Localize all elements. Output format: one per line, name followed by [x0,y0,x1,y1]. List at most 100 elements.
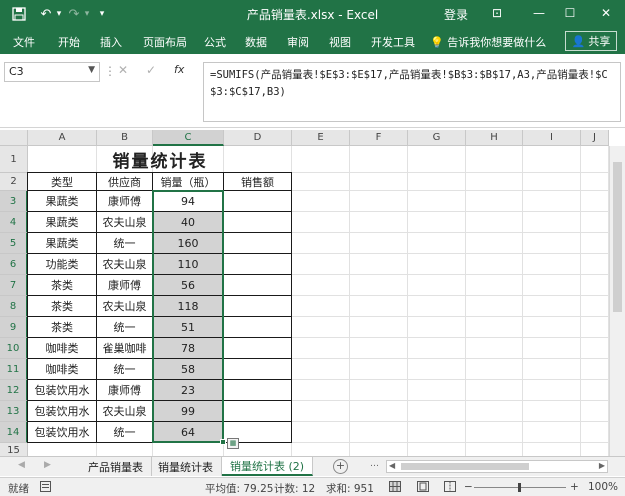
header-cell-d[interactable]: 销售额 [224,173,292,191]
cell-d12[interactable] [224,380,292,401]
cell-d9[interactable] [224,317,292,338]
column-header-f[interactable]: F [350,130,408,146]
header-cell-b[interactable]: 供应商 [97,173,153,191]
minimize-button[interactable]: — [525,3,553,23]
name-box[interactable]: C3 ▼ [4,62,100,82]
tab-split-handle[interactable]: … [370,459,379,469]
cell-c5[interactable]: 160 [153,233,224,254]
scroll-left-icon[interactable]: ◀ [389,461,395,470]
zoom-in-button[interactable]: + [570,481,579,493]
tab-insert[interactable]: 插入 [100,34,122,50]
column-header-h[interactable]: H [466,130,523,146]
login-link[interactable]: 登录 [444,6,468,23]
sheet-title-cell[interactable]: 销量统计表 [28,146,292,173]
cell-d4[interactable] [224,212,292,233]
cell-c8[interactable]: 118 [153,296,224,317]
cell-d3[interactable] [224,191,292,212]
cell-b7[interactable]: 康师傅 [97,275,153,296]
cell-b13[interactable]: 农夫山泉 [97,401,153,422]
cell-c10[interactable]: 78 [153,338,224,359]
row-header-5[interactable]: 5 [0,233,28,254]
tab-view[interactable]: 视图 [329,34,351,50]
normal-view-icon[interactable] [389,481,401,495]
column-header-g[interactable]: G [408,130,466,146]
chevron-down-icon[interactable]: ▼ [88,65,95,75]
tab-file[interactable]: 文件 [13,34,35,50]
maximize-button[interactable]: ☐ [556,3,584,23]
page-break-view-icon[interactable] [444,481,456,495]
share-button[interactable]: 👤 共享 [565,31,617,51]
cell-c14[interactable]: 64 [153,422,224,443]
cell-a7[interactable]: 茶类 [28,275,97,296]
cell-a11[interactable]: 咖啡类 [28,359,97,380]
cell-c13[interactable]: 99 [153,401,224,422]
header-cell-a[interactable]: 类型 [28,173,97,191]
cell-d7[interactable] [224,275,292,296]
formula-bar-grip[interactable]: ⋮ [104,64,116,78]
row-header-2[interactable]: 2 [0,173,28,191]
header-cell-c[interactable]: 销量（瓶） [153,173,224,191]
cancel-icon[interactable]: ✕ [118,63,128,77]
cell-c6[interactable]: 110 [153,254,224,275]
cell-b8[interactable]: 农夫山泉 [97,296,153,317]
cell-d11[interactable] [224,359,292,380]
horizontal-scroll-thumb[interactable] [401,463,529,470]
row-header-4[interactable]: 4 [0,212,28,233]
column-header-i[interactable]: I [523,130,581,146]
row-header-14[interactable]: 14 [0,422,28,443]
cell-a13[interactable]: 包装饮用水 [28,401,97,422]
sheet-nav-next-icon[interactable]: ▶ [44,460,51,470]
cell-c4[interactable]: 40 [153,212,224,233]
cell-a9[interactable]: 茶类 [28,317,97,338]
column-header-d[interactable]: D [224,130,292,146]
cell-d6[interactable] [224,254,292,275]
vertical-scrollbar[interactable] [609,146,625,456]
zoom-out-button[interactable]: − [464,481,473,493]
column-header-j[interactable]: J [581,130,609,146]
horizontal-scrollbar[interactable]: ◀ ▶ [386,460,608,473]
cell-b12[interactable]: 康师傅 [97,380,153,401]
cell-a14[interactable]: 包装饮用水 [28,422,97,443]
cell-a4[interactable]: 果蔬类 [28,212,97,233]
enter-icon[interactable]: ✓ [146,63,156,77]
cell-b11[interactable]: 统一 [97,359,153,380]
cell-a6[interactable]: 功能类 [28,254,97,275]
cell-b14[interactable]: 统一 [97,422,153,443]
sheet-tab-sales-stats[interactable]: 销量统计表 [150,457,222,476]
cell-a5[interactable]: 果蔬类 [28,233,97,254]
cell-c7[interactable]: 56 [153,275,224,296]
row-header-10[interactable]: 10 [0,338,28,359]
cell-c11[interactable]: 58 [153,359,224,380]
tab-developer[interactable]: 开发工具 [371,34,415,50]
select-all-corner[interactable] [0,130,28,146]
scroll-right-icon[interactable]: ▶ [599,461,605,470]
cell-c12[interactable]: 23 [153,380,224,401]
quick-analysis-icon[interactable]: ▦ [227,438,239,449]
tab-formulas[interactable]: 公式 [204,34,226,50]
column-header-a[interactable]: A [28,130,97,146]
page-layout-view-icon[interactable] [417,481,429,495]
cell-b9[interactable]: 统一 [97,317,153,338]
insert-function-icon[interactable]: fx [174,63,184,76]
column-header-e[interactable]: E [292,130,350,146]
cell-a12[interactable]: 包装饮用水 [28,380,97,401]
cell-a10[interactable]: 咖啡类 [28,338,97,359]
row-header-9[interactable]: 9 [0,317,28,338]
cell-b10[interactable]: 雀巢咖啡 [97,338,153,359]
close-button[interactable]: ✕ [592,3,620,23]
zoom-slider-knob[interactable] [518,483,521,492]
cell-d13[interactable] [224,401,292,422]
row-header-12[interactable]: 12 [0,380,28,401]
cell-a8[interactable]: 茶类 [28,296,97,317]
formula-input[interactable]: =SUMIFS(产品销量表!$E$3:$E$17,产品销量表!$B$3:$B$1… [203,62,621,122]
cell-a3[interactable]: 果蔬类 [28,191,97,212]
cell-c9[interactable]: 51 [153,317,224,338]
tab-data[interactable]: 数据 [245,34,267,50]
fill-handle[interactable] [220,439,226,445]
cell-d8[interactable] [224,296,292,317]
sheet-nav-prev-icon[interactable]: ◀ [18,460,25,470]
row-header-1[interactable]: 1 [0,146,28,173]
cell-b4[interactable]: 农夫山泉 [97,212,153,233]
cell-d10[interactable] [224,338,292,359]
cell-b5[interactable]: 统一 [97,233,153,254]
